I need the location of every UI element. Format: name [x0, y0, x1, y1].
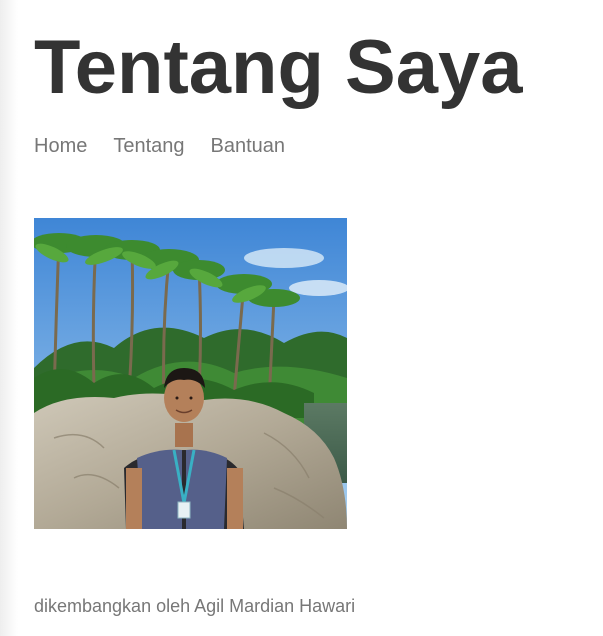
- nav-link-home[interactable]: Home: [34, 133, 87, 159]
- nav-link-tentang[interactable]: Tentang: [113, 133, 184, 159]
- left-edge-shadow: [0, 0, 18, 636]
- page-title: Tentang Saya: [34, 25, 523, 110]
- main-nav: Home Tentang Bantuan: [34, 133, 285, 159]
- nav-link-bantuan[interactable]: Bantuan: [211, 133, 286, 159]
- page: Tentang Saya Home Tentang Bantuan dikemb…: [0, 0, 603, 636]
- profile-photo: [34, 218, 347, 529]
- footer-credit: dikembangkan oleh Agil Mardian Hawari: [34, 596, 356, 616]
